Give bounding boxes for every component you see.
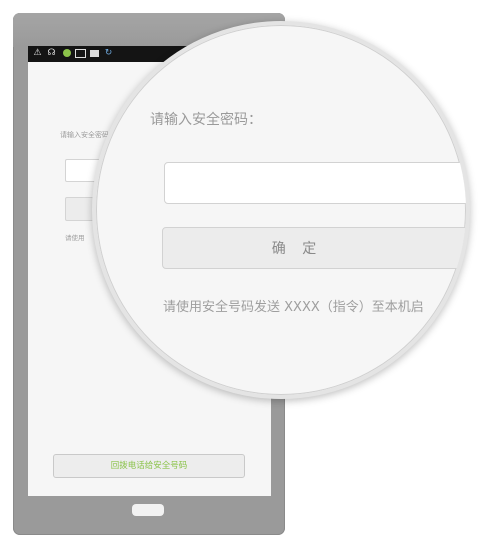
sms-hint: 请使用安全号码发送 XXXX（指令）至本机启 [163,300,424,315]
image-icon [75,48,86,59]
sms-hint-small: 请使用 [65,234,85,242]
password-prompt: 请输入安全密码： [150,112,262,128]
confirm-button[interactable]: 确 定 [162,227,466,269]
warning-icon: ⚠ [33,48,42,58]
callback-button[interactable]: 回拨电话给安全号码 [53,454,245,478]
password-input[interactable] [164,162,466,204]
sync-icon: ↻ [104,48,113,58]
magnifier-zoom: 请输入安全密码： 确 定 请使用安全号码发送 XXXX（指令）至本机启 [92,21,470,399]
briefcase-icon [89,48,100,59]
home-button[interactable] [132,504,164,516]
notification-dot-icon [61,48,72,59]
headset-icon: ☊ [47,48,56,58]
password-prompt-small: 请输入安全密码 [60,131,109,139]
